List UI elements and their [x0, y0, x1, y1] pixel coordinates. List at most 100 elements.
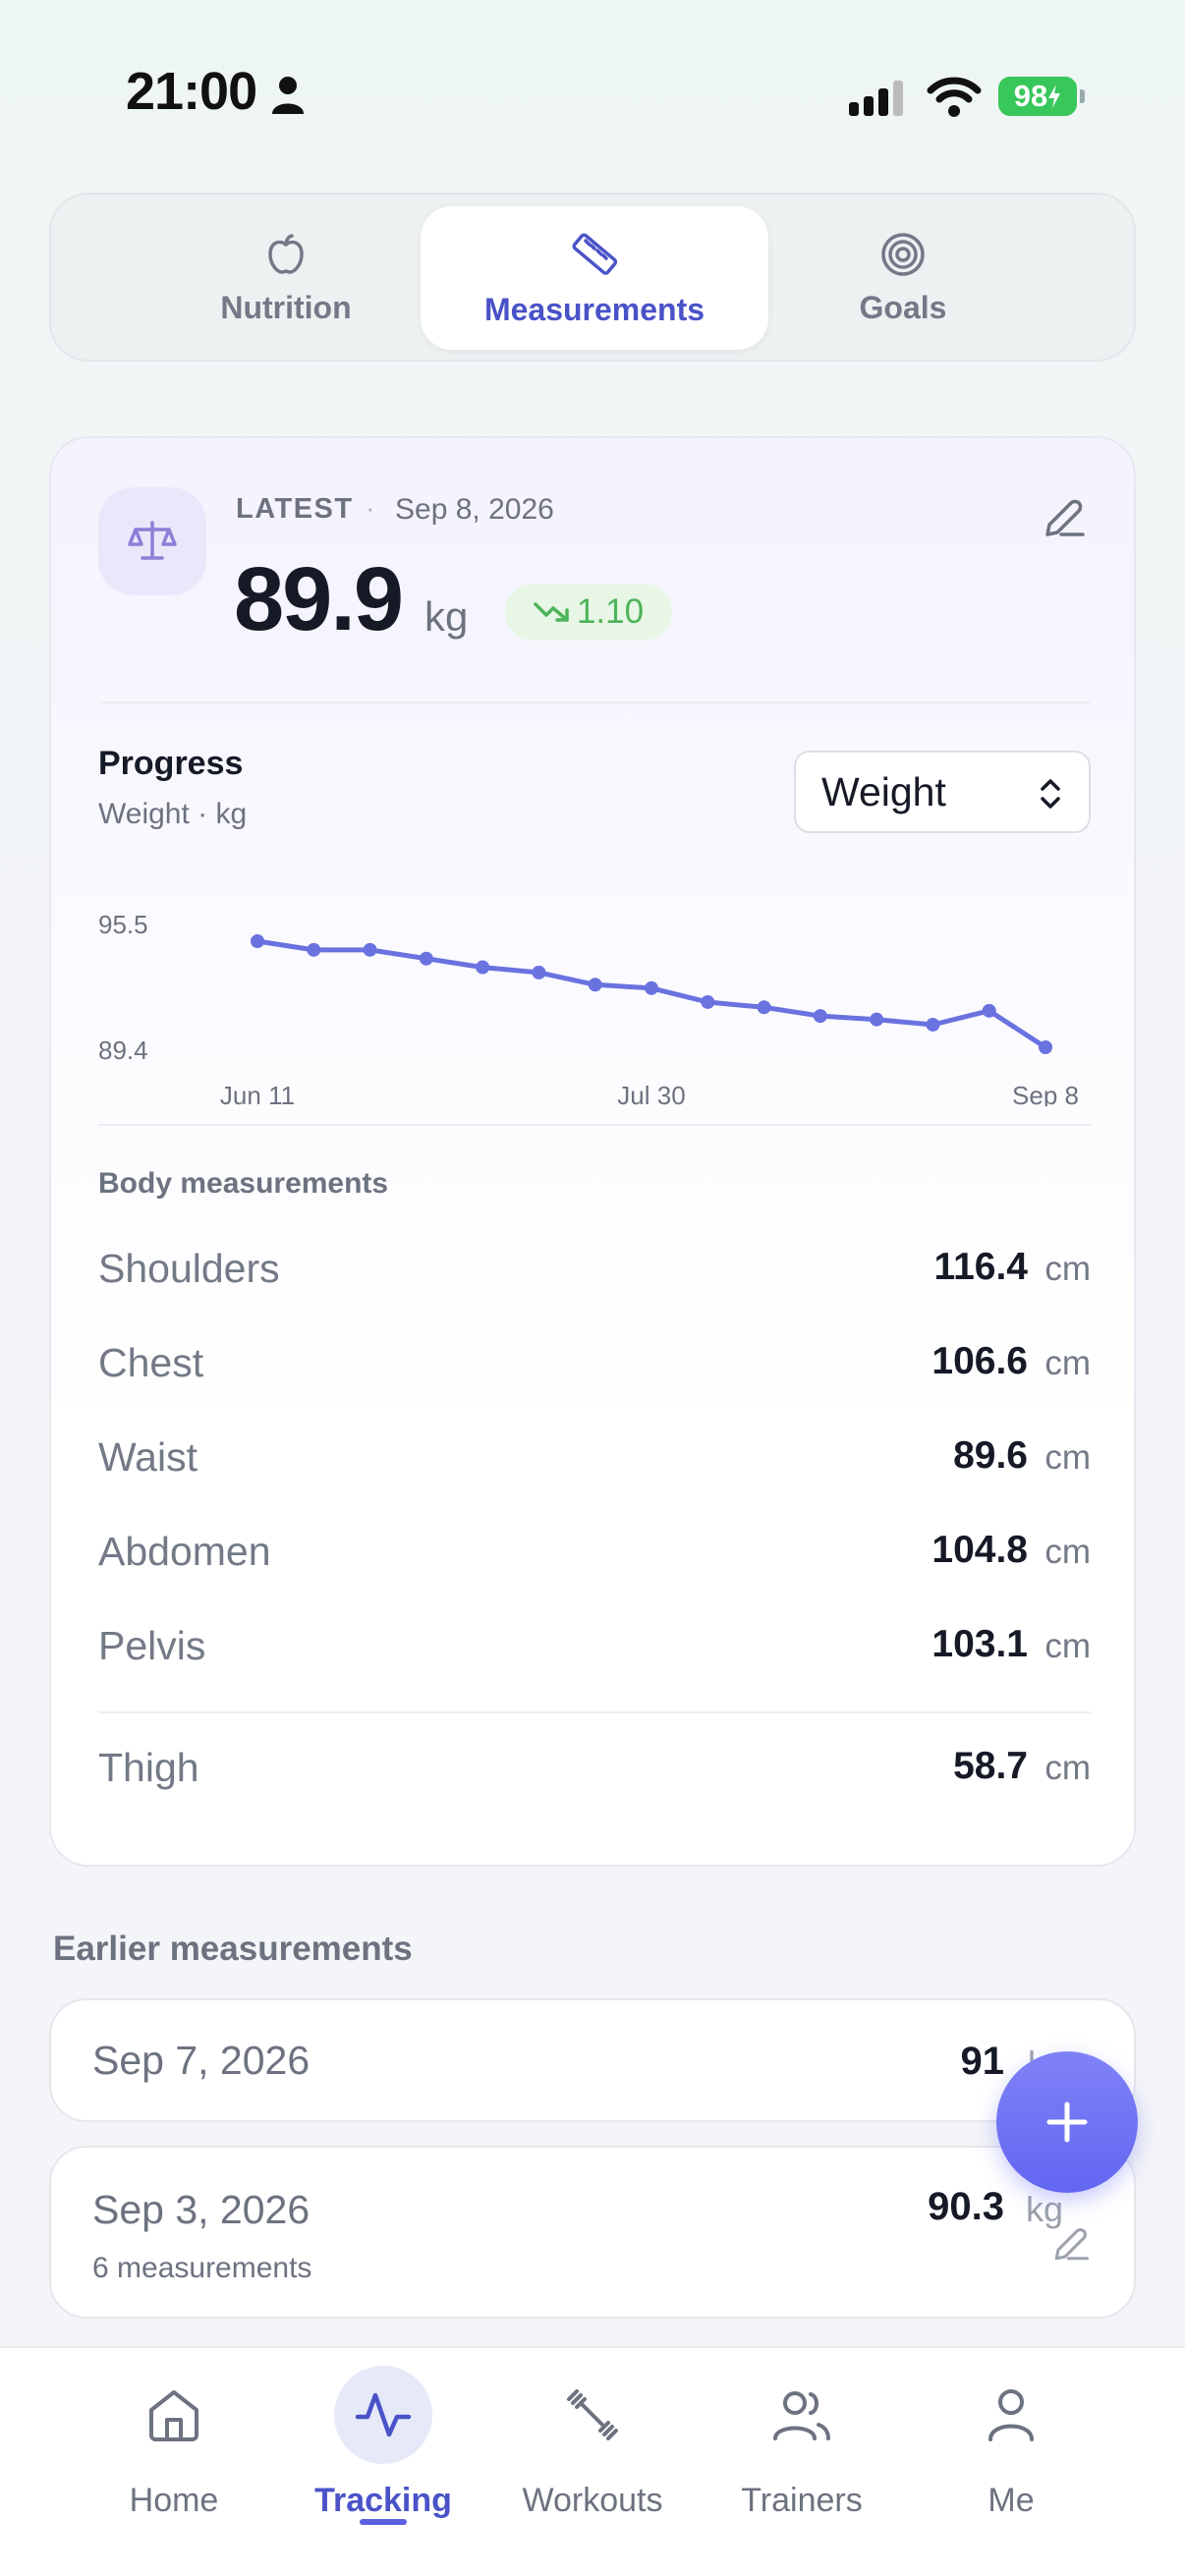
divider: [98, 701, 1091, 703]
chart-point[interactable]: [363, 942, 377, 957]
tab-goals-label: Goals: [859, 289, 947, 325]
y-axis-min-label: 89.4: [98, 1036, 148, 1065]
latest-measurement-card: LATEST · Sep 8, 2026 89.9 kg 1.10 Progre…: [49, 436, 1136, 1867]
chart-point[interactable]: [757, 1000, 771, 1015]
measurement-name: Waist: [98, 1434, 198, 1480]
chart-point[interactable]: [982, 1003, 996, 1018]
activity-icon: [355, 2392, 412, 2437]
measurement-unit: cm: [1044, 1749, 1091, 1787]
nav-home-label: Home: [129, 2482, 219, 2519]
measurement-name: Pelvis: [98, 1623, 206, 1668]
home-icon: [149, 2390, 198, 2441]
chart-point[interactable]: [1039, 1040, 1052, 1054]
latest-date: Sep 8, 2026: [395, 493, 554, 526]
progress-title: Progress: [98, 745, 244, 782]
chart-point[interactable]: [645, 980, 658, 995]
measurement-value: 103.1: [931, 1623, 1028, 1665]
edit-icon[interactable]: [1042, 495, 1087, 540]
add-measurement-button[interactable]: [996, 2051, 1138, 2193]
chart-point[interactable]: [870, 1012, 884, 1027]
segmented-tabs: Nutrition Measurements Goals: [49, 193, 1136, 362]
earlier-measurement-item[interactable]: Sep 3, 2026 6 measurements 90.3 kg: [49, 2146, 1136, 2319]
scale-icon-badge: [98, 487, 206, 595]
bottom-navigation: Home Tracking Workouts Trainers Me: [0, 2346, 1185, 2576]
earlier-measurement-item[interactable]: Sep 7, 2026 91 kg: [49, 1998, 1136, 2122]
measurement-value: 116.4: [933, 1246, 1028, 1288]
measurement-row-chest[interactable]: Chest 106.6 cm: [98, 1340, 1091, 1399]
target-icon: [881, 232, 925, 276]
battery-indicator: 98: [998, 77, 1077, 116]
tab-goals[interactable]: Goals: [729, 206, 1077, 350]
earlier-value: 90.3: [928, 2185, 1004, 2228]
weight-change-value: 1.10: [576, 592, 645, 631]
user-icon: [988, 2389, 1034, 2441]
metric-select-value: Weight: [821, 768, 946, 814]
apple-icon: [268, 233, 304, 274]
measurement-row-pelvis[interactable]: Pelvis 103.1 cm: [98, 1623, 1091, 1682]
measurement-unit: cm: [1044, 1438, 1091, 1477]
measurement-value: 106.6: [931, 1340, 1028, 1382]
chart-point[interactable]: [532, 965, 546, 980]
measurement-value: 89.6: [953, 1434, 1028, 1477]
chart-point[interactable]: [813, 1009, 827, 1024]
body-measurements-title: Body measurements: [98, 1167, 389, 1200]
earlier-value: 91: [960, 2040, 1005, 2083]
plus-icon: [1046, 2101, 1088, 2143]
chart-point[interactable]: [701, 994, 715, 1009]
tab-measurements[interactable]: Measurements: [421, 206, 768, 350]
measurement-row-thigh[interactable]: Thigh 58.7 cm: [98, 1745, 1091, 1804]
chart-point[interactable]: [251, 934, 264, 948]
edit-icon[interactable]: [1051, 2224, 1091, 2264]
nav-icon-wrap: [753, 2366, 851, 2464]
chart-point[interactable]: [588, 978, 602, 992]
nav-tracking[interactable]: Tracking: [275, 2348, 491, 2576]
nav-trainers-label: Trainers: [741, 2482, 863, 2519]
measurement-unit: cm: [1044, 1250, 1091, 1288]
measurement-name: Shoulders: [98, 1246, 280, 1291]
person-icon: [272, 77, 304, 114]
nav-icon-wrap: [334, 2366, 432, 2464]
nav-trainers[interactable]: Trainers: [694, 2348, 910, 2576]
earlier-measurements-title: Earlier measurements: [53, 1930, 413, 1968]
progress-subtitle: Weight · kg: [98, 798, 248, 830]
weight-change-badge: 1.10: [505, 584, 672, 641]
status-bar: 21:00 98: [0, 0, 1185, 187]
chart-point[interactable]: [307, 942, 321, 957]
nav-icon-wrap: [543, 2366, 642, 2464]
measurement-value: 104.8: [931, 1529, 1028, 1571]
latest-label: LATEST: [236, 493, 354, 525]
tab-nutrition-label: Nutrition: [220, 289, 352, 325]
nav-tracking-label: Tracking: [314, 2482, 452, 2519]
chevron-up-down-icon: [1041, 779, 1060, 809]
nav-home[interactable]: Home: [66, 2348, 282, 2576]
measurement-unit: cm: [1044, 1627, 1091, 1665]
chart-point[interactable]: [419, 951, 433, 966]
nav-me-label: Me: [988, 2482, 1035, 2519]
ruler-icon: [572, 232, 618, 275]
nav-workouts[interactable]: Workouts: [484, 2348, 701, 2576]
status-time: 21:00: [126, 62, 257, 121]
measurement-unit: cm: [1044, 1533, 1091, 1571]
x-axis-tick-label: Jun 11: [220, 1081, 295, 1106]
chart-point[interactable]: [476, 960, 490, 975]
divider: [98, 1124, 1091, 1126]
measurement-name: Thigh: [98, 1745, 199, 1790]
nav-me[interactable]: Me: [903, 2348, 1119, 2576]
nav-icon-wrap: [962, 2366, 1060, 2464]
earlier-subtext: 6 measurements: [92, 2252, 312, 2284]
wifi-icon: [927, 77, 982, 117]
measurement-name: Chest: [98, 1340, 204, 1385]
measurement-name: Abdomen: [98, 1529, 271, 1574]
measurement-row-shoulders[interactable]: Shoulders 116.4 cm: [98, 1246, 1091, 1305]
separator-dot: ·: [366, 493, 375, 525]
earlier-date: Sep 3, 2026: [92, 2187, 310, 2232]
latest-weight-value: 89.9: [234, 549, 404, 649]
scale-icon: [128, 521, 177, 560]
measurement-unit: cm: [1044, 1344, 1091, 1382]
measurement-row-waist[interactable]: Waist 89.6 cm: [98, 1434, 1091, 1493]
tab-nutrition[interactable]: Nutrition: [112, 206, 460, 350]
chart-point[interactable]: [926, 1017, 940, 1032]
metric-select[interactable]: Weight: [794, 751, 1091, 833]
charging-icon: [1048, 84, 1061, 108]
measurement-row-abdomen[interactable]: Abdomen 104.8 cm: [98, 1529, 1091, 1588]
